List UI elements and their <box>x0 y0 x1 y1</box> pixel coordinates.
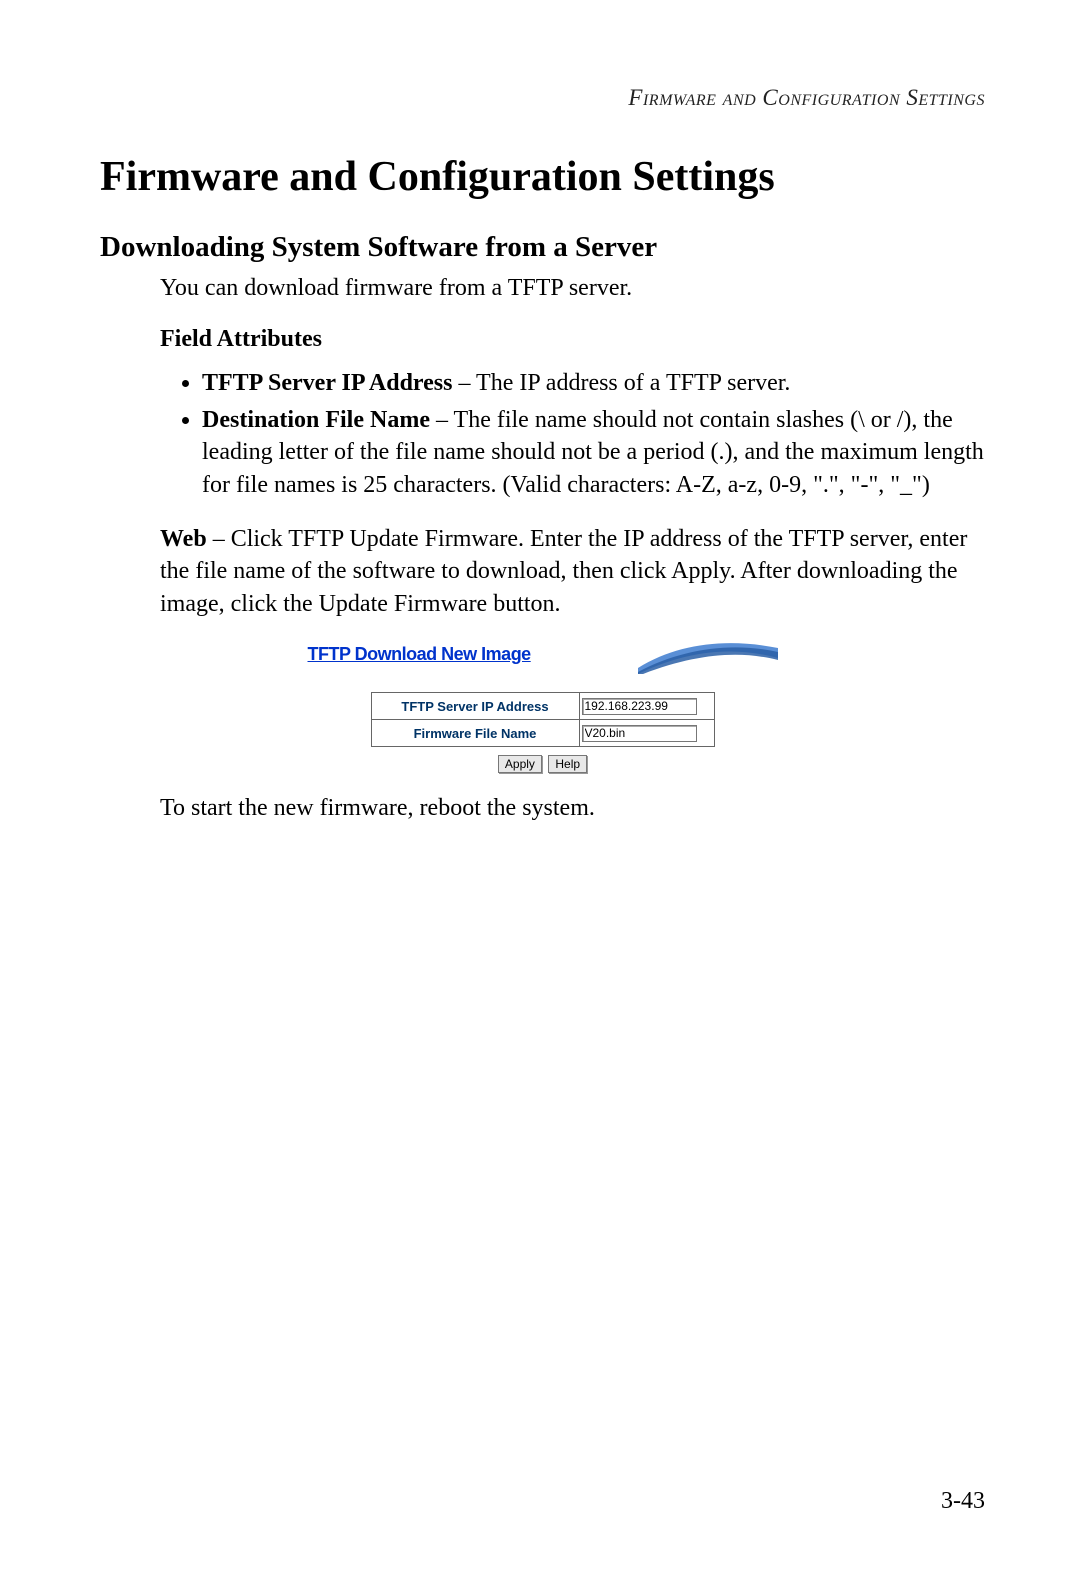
ui-panel-title: TFTP Download New Image <box>308 638 531 667</box>
field-attributes-heading: Field Attributes <box>160 326 985 353</box>
embedded-ui-screenshot: TFTP Download New Image TFTP Server IP A… <box>308 638 778 773</box>
page-title: Firmware and Configuration Settings <box>100 153 985 201</box>
list-item: TFTP Server IP Address – The IP address … <box>202 367 985 399</box>
ui-form-table: TFTP Server IP Address Firmware File Nam… <box>371 692 715 747</box>
attribute-list: TFTP Server IP Address – The IP address … <box>160 367 985 501</box>
tftp-server-ip-input[interactable] <box>582 698 697 715</box>
attr-label: TFTP Server IP Address <box>202 370 452 396</box>
running-head: Firmware and Configuration Settings <box>100 85 985 111</box>
apply-button[interactable]: Apply <box>498 755 542 773</box>
table-row: TFTP Server IP Address <box>371 693 714 720</box>
page-number: 3-43 <box>941 1488 985 1515</box>
table-row: Firmware File Name <box>371 720 714 747</box>
field-label: Firmware File Name <box>371 720 579 747</box>
web-text: – Click TFTP Update Firmware. Enter the … <box>160 526 967 617</box>
attr-label: Destination File Name <box>202 407 430 433</box>
firmware-file-name-input[interactable] <box>582 725 697 742</box>
input-cell <box>579 693 714 720</box>
web-label: Web <box>160 526 207 552</box>
after-screenshot-paragraph: To start the new firmware, reboot the sy… <box>160 795 985 822</box>
list-item: Destination File Name – The file name sh… <box>202 404 985 501</box>
intro-paragraph: You can download firmware from a TFTP se… <box>160 272 985 304</box>
logo-swoosh-icon <box>638 638 778 674</box>
section-title: Downloading System Software from a Serve… <box>100 231 985 264</box>
attr-desc: – The IP address of a TFTP server. <box>452 370 790 396</box>
input-cell <box>579 720 714 747</box>
help-button[interactable]: Help <box>548 755 587 773</box>
web-paragraph: Web – Click TFTP Update Firmware. Enter … <box>160 523 985 620</box>
field-label: TFTP Server IP Address <box>371 693 579 720</box>
